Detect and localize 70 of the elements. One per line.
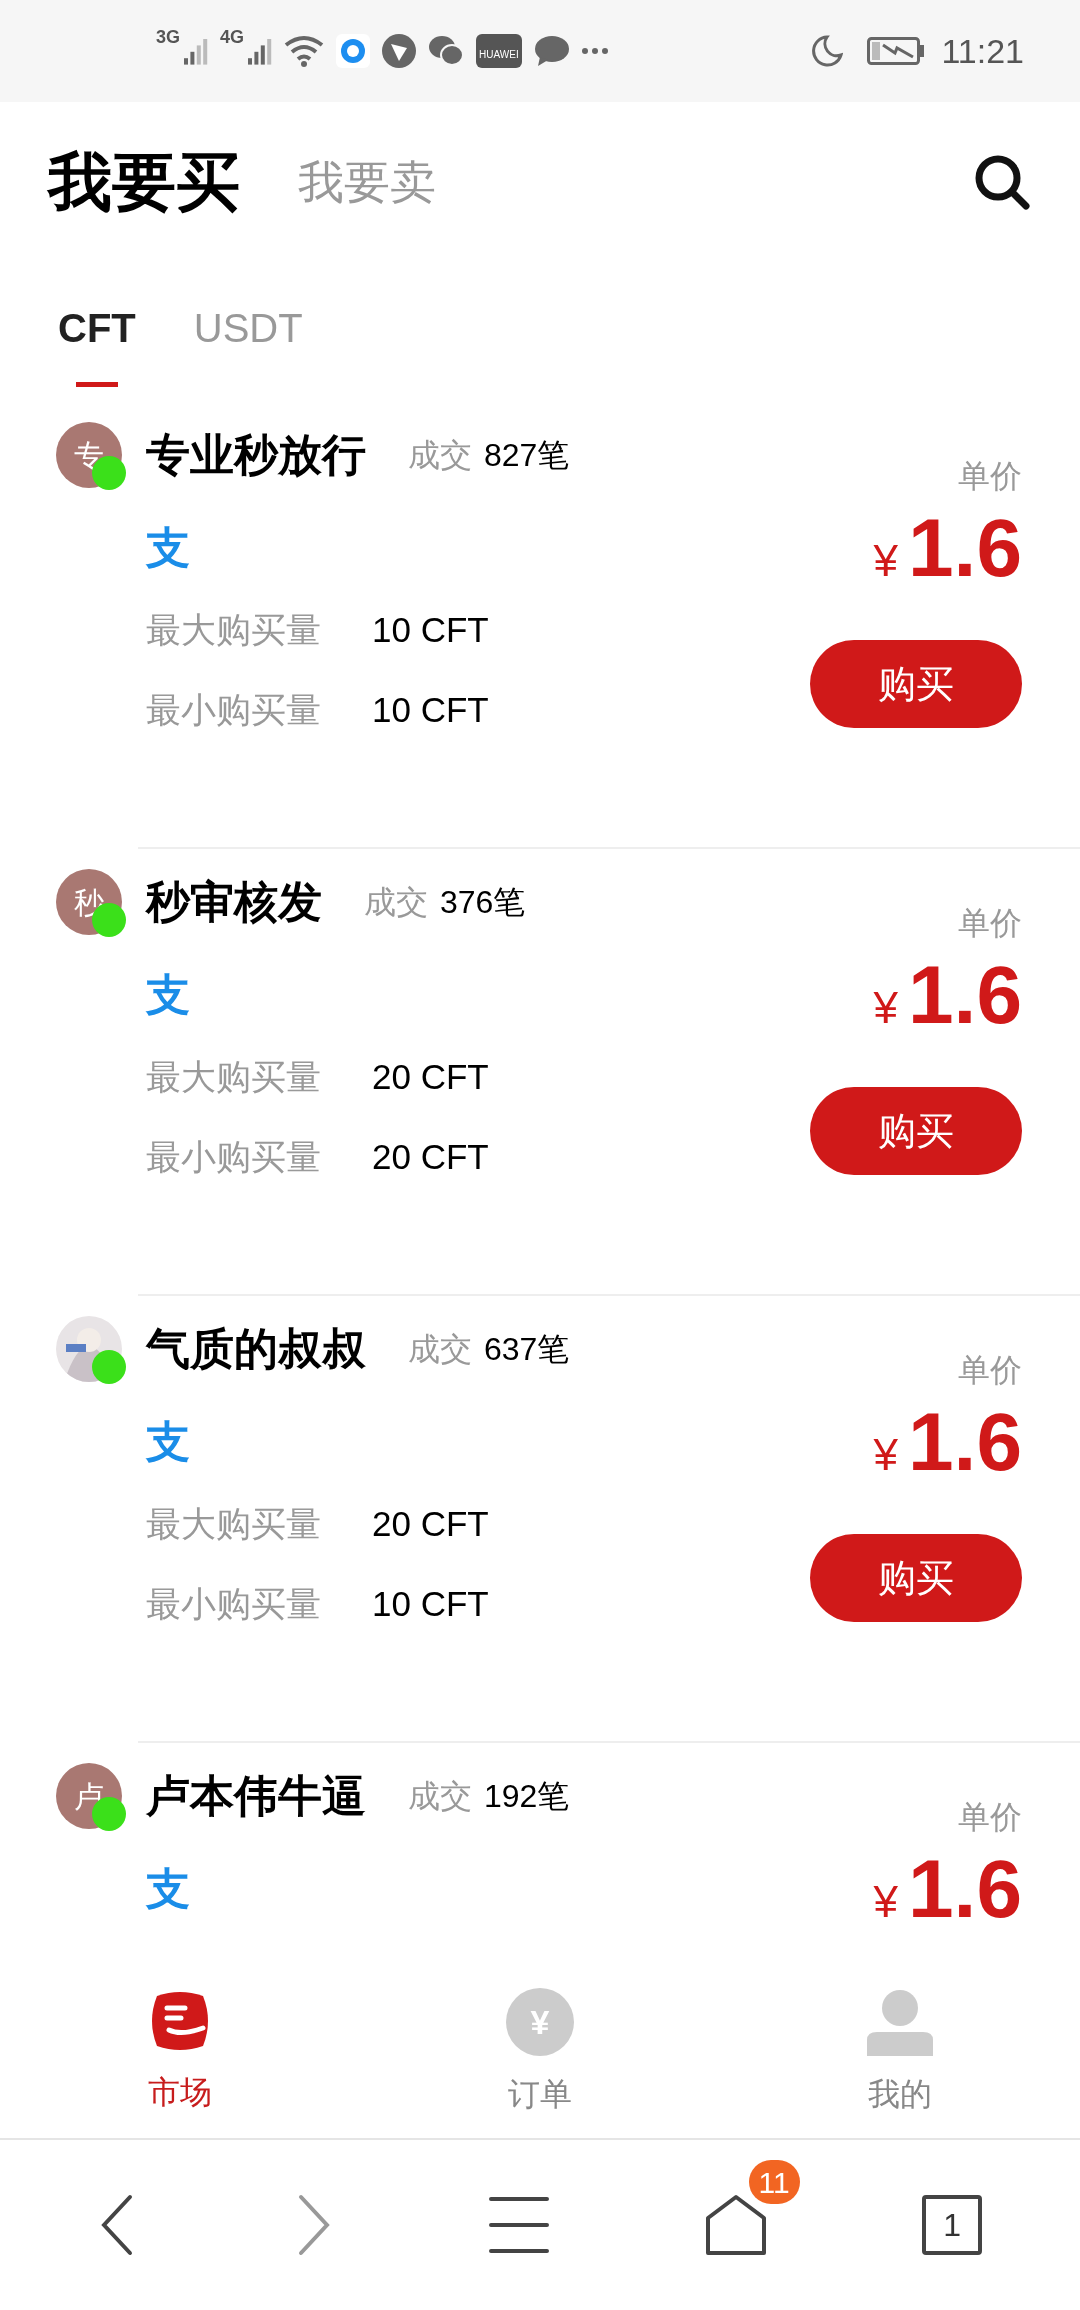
signal-label: 4G [220,26,245,49]
seller-name: 秒审核发 [146,876,322,928]
price: 1.6 [908,1395,1022,1489]
min-amount: 10 CFT [372,1582,489,1625]
signal-icon [248,36,273,66]
nav-tab[interactable]: 市场 [0,1960,360,2138]
currency-symbol: ¥ [873,535,898,587]
signal-label: 3G [156,26,180,49]
tab-count[interactable]: 1 [922,2195,983,2255]
app-store-icon: HUAWEI [476,34,522,68]
currency-symbol: ¥ [873,1876,898,1928]
deals-label: 成交 [408,1777,472,1816]
clock: 11:21 [941,30,1024,72]
mode-tab[interactable]: 我要买 [48,134,240,230]
buy-button[interactable]: 购买 [810,1087,1022,1175]
deals-label: 成交 [364,883,428,922]
max-amount: 20 CFT [372,1502,489,1545]
deals-count: 376笔 [440,883,526,922]
app-icon [382,34,417,68]
max-label: 最大购买量 [146,1502,322,1545]
price-label: 单价 [958,1798,1022,1837]
buy-button[interactable]: 购买 [810,1534,1022,1622]
moon-icon [811,35,844,67]
seller-name: 卢本伟牛逼 [146,1770,366,1822]
price: 1.6 [908,948,1022,1042]
currency-symbol: ¥ [873,1429,898,1481]
yuan-icon: ¥ [506,1988,574,2056]
person-icon [867,1988,933,2056]
price-label: 单价 [958,457,1022,496]
home-icon[interactable] [704,2194,767,2256]
deals-count: 192笔 [484,1777,570,1816]
price: 1.6 [908,1842,1022,1936]
price: 1.6 [908,501,1022,595]
currency-tab[interactable]: USDT [193,298,303,387]
currency-symbol: ¥ [873,982,898,1034]
currency-tab[interactable]: CFT [58,298,136,387]
price-label: 单价 [958,1351,1022,1390]
deals-count: 827笔 [484,436,570,475]
min-label: 最小购买量 [146,1582,322,1625]
max-amount: 10 CFT [372,608,489,651]
min-label: 最小购买量 [146,1135,322,1178]
alipay-icon: 支 [146,1856,190,1922]
alipay-icon: 支 [146,1409,190,1475]
min-amount: 20 CFT [372,1135,489,1178]
price-label: 单价 [958,904,1022,943]
min-label: 最小购买量 [146,688,322,731]
wifi-icon [284,35,325,67]
max-label: 最大购买量 [146,608,322,651]
deals-label: 成交 [408,1330,472,1369]
deals-count: 637笔 [484,1330,570,1369]
seller-name: 气质的叔叔 [146,1323,366,1375]
nav-tab[interactable]: ¥ 订单 [360,1960,720,2138]
buy-button[interactable]: 购买 [810,640,1022,728]
seller-name: 专业秒放行 [146,429,366,481]
notification-badge: 11 [748,2160,800,2204]
deals-label: 成交 [408,436,472,475]
max-amount: 20 CFT [372,1055,489,1098]
alipay-icon: 支 [146,515,190,581]
message-icon [533,35,570,67]
max-label: 最大购买量 [146,1055,322,1098]
menu-icon[interactable] [489,2196,549,2254]
min-amount: 10 CFT [372,688,489,731]
mode-tab[interactable]: 我要卖 [298,147,436,217]
cloud-app-icon [336,34,371,68]
more-icon [581,48,608,54]
alipay-icon: 支 [146,962,190,1028]
chat-icon [428,35,465,67]
nav-tab[interactable]: 我的 [720,1960,1080,2138]
battery-icon [867,37,926,65]
signal-icon [184,36,208,66]
